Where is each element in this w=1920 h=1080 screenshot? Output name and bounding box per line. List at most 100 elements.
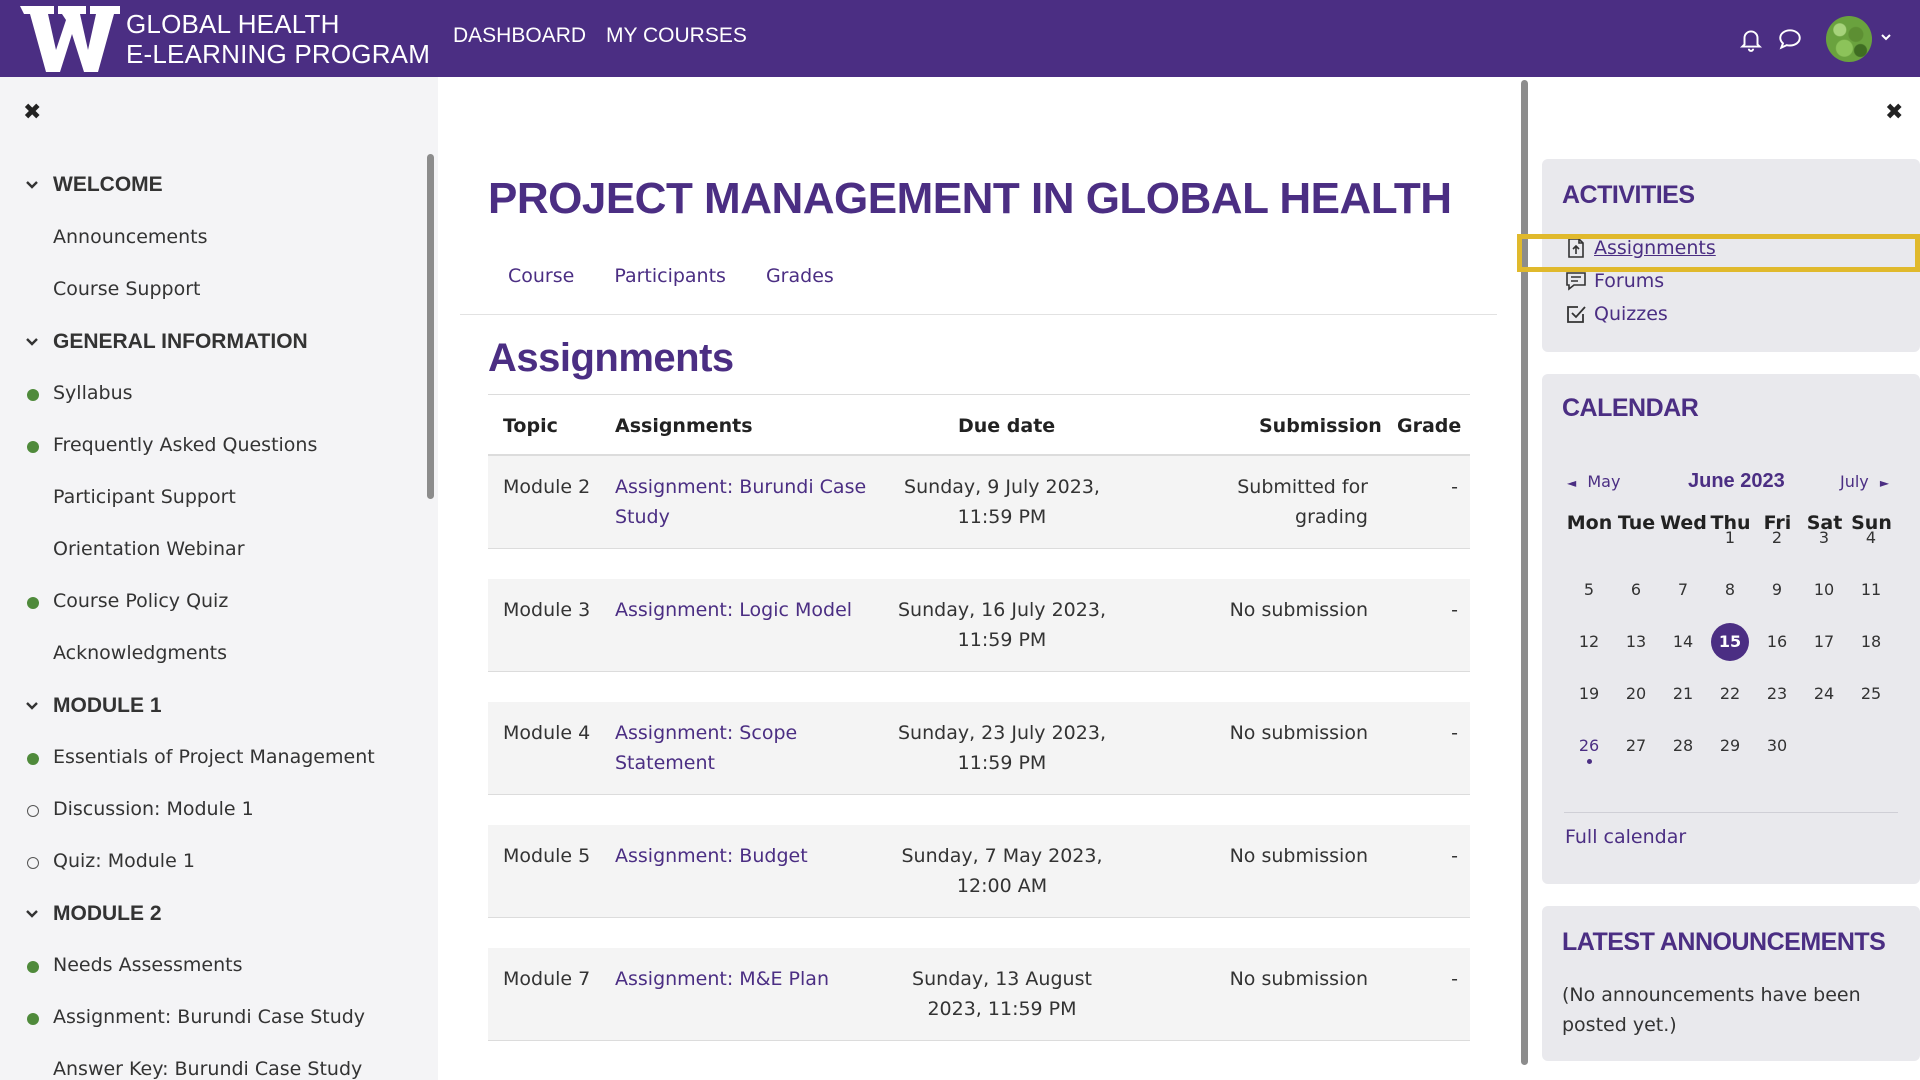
- completion-dot-icon: [27, 389, 39, 401]
- nav-item-course-policy-quiz[interactable]: Course Policy Quiz: [53, 590, 228, 612]
- activity-assignments-link[interactable]: Assignments: [1564, 236, 1716, 260]
- weekday-header: Wed: [1660, 512, 1707, 534]
- cell-topic: Module 5: [503, 845, 591, 867]
- calendar-day: 4: [1865, 528, 1877, 547]
- section-module-1[interactable]: MODULE 1: [25, 694, 162, 718]
- header-grade[interactable]: Grade: [1397, 415, 1461, 437]
- calendar-day: 22: [1719, 684, 1741, 703]
- header-due-date[interactable]: Due date: [958, 415, 1055, 437]
- cell-topic: Module 4: [503, 722, 591, 744]
- cell-topic: Module 2: [503, 476, 591, 498]
- nav-dashboard[interactable]: DASHBOARD: [453, 24, 586, 48]
- block-title: CALENDAR: [1562, 394, 1699, 422]
- calendar-day: 25: [1860, 684, 1882, 703]
- logo-line-2: E-LEARNING PROGRAM: [126, 39, 431, 69]
- cell-submission: No submission: [1229, 722, 1368, 744]
- weekday-header: Tue: [1617, 512, 1656, 534]
- nav-item-acknowledgments[interactable]: Acknowledgments: [53, 642, 227, 664]
- tab-course[interactable]: Course: [508, 265, 574, 287]
- calendar-day: 30: [1766, 736, 1788, 755]
- calendar-day: 11: [1860, 580, 1882, 599]
- close-block-drawer-icon[interactable]: ✖: [1885, 100, 1903, 125]
- logo-line-1: GLOBAL HEALTH: [126, 9, 340, 39]
- chevron-down-icon: [26, 702, 38, 710]
- course-index-scrollbar[interactable]: [427, 154, 434, 499]
- cell-topic: Module 3: [503, 599, 591, 621]
- table-row: Module 7 Assignment: M&E Plan Sunday, 13…: [488, 948, 1470, 1041]
- table-row: Module 3 Assignment: Logic Model Sunday,…: [488, 579, 1470, 672]
- main-scrollbar[interactable]: [1521, 80, 1528, 1065]
- calendar-day: 18: [1860, 632, 1882, 651]
- nav-item-participant-support[interactable]: Participant Support: [53, 486, 236, 508]
- full-calendar-link[interactable]: Full calendar: [1565, 826, 1686, 848]
- calendar-day: 16: [1766, 632, 1788, 651]
- calendar-day: 8: [1724, 580, 1736, 599]
- assignment-link[interactable]: Assignment: Logic Model: [615, 595, 885, 625]
- nav-item-course-support[interactable]: Course Support: [53, 278, 200, 300]
- completion-dot-icon: [27, 961, 39, 973]
- calendar-day[interactable]: 26: [1570, 727, 1608, 765]
- close-course-index-icon[interactable]: ✖: [23, 100, 41, 125]
- completion-dot-icon: [27, 1013, 39, 1025]
- calendar-day: 17: [1813, 632, 1835, 651]
- divider: [1564, 812, 1898, 813]
- section-title: GENERAL INFORMATION: [53, 330, 308, 353]
- nav-item-essentials-pm[interactable]: Essentials of Project Management: [53, 746, 375, 768]
- nav-item-faq[interactable]: Frequently Asked Questions: [53, 434, 317, 456]
- calendar-day: 10: [1813, 580, 1835, 599]
- cell-topic: Module 7: [503, 968, 591, 990]
- nav-item-orientation-webinar[interactable]: Orientation Webinar: [53, 538, 245, 560]
- calendar-prev-month-link[interactable]: ◄ May: [1567, 472, 1620, 491]
- primary-nav: DASHBOARD MY COURSES: [453, 24, 747, 48]
- nav-item-quiz-module-1[interactable]: Quiz: Module 1: [53, 850, 195, 872]
- user-avatar[interactable]: [1826, 16, 1872, 62]
- activity-quizzes-link[interactable]: Quizzes: [1564, 302, 1668, 326]
- header-submission[interactable]: Submission: [1259, 415, 1382, 437]
- nav-item-announcements[interactable]: Announcements: [53, 226, 208, 248]
- tab-participants[interactable]: Participants: [614, 265, 726, 287]
- nav-item-assignment-burundi[interactable]: Assignment: Burundi Case Study: [53, 1006, 365, 1028]
- nav-item-syllabus[interactable]: Syllabus: [53, 382, 133, 404]
- chevron-down-icon: [26, 910, 38, 918]
- nav-item-discussion-module-1[interactable]: Discussion: Module 1: [53, 798, 254, 820]
- next-month-label: July: [1840, 472, 1869, 491]
- section-welcome[interactable]: WELCOME: [25, 173, 163, 197]
- block-title: LATEST ANNOUNCEMENTS: [1562, 928, 1886, 956]
- activity-forums-link[interactable]: Forums: [1564, 269, 1664, 293]
- assignment-link[interactable]: Assignment: Scope Statement: [615, 718, 885, 778]
- assignment-link[interactable]: Assignment: M&E Plan: [615, 964, 885, 994]
- section-title: WELCOME: [53, 173, 163, 196]
- nav-item-needs-assessments[interactable]: Needs Assessments: [53, 954, 242, 976]
- section-general-information[interactable]: GENERAL INFORMATION: [25, 330, 308, 354]
- header-assignments[interactable]: Assignments: [615, 415, 753, 437]
- table-header-row: Topic Assignments Due date Submission Gr…: [488, 394, 1470, 456]
- course-secondary-nav: Course Participants Grades: [508, 265, 834, 287]
- assignment-icon: [1568, 238, 1584, 258]
- tab-grades[interactable]: Grades: [766, 265, 834, 287]
- nav-item-answer-key-burundi[interactable]: Answer Key: Burundi Case Study: [53, 1058, 362, 1080]
- calendar-current-month: June 2023: [1688, 470, 1785, 492]
- cell-grade: -: [1451, 968, 1458, 990]
- top-navbar: GLOBAL HEALTH E-LEARNING PROGRAM DASHBOA…: [0, 0, 1920, 77]
- calendar-day: 6: [1630, 580, 1642, 599]
- table-row: Module 4 Assignment: Scope Statement Sun…: [488, 702, 1470, 795]
- uw-logo-icon[interactable]: [20, 4, 120, 74]
- assignment-link[interactable]: Assignment: Budget: [615, 841, 885, 871]
- user-menu-chevron-down-icon[interactable]: [1879, 30, 1893, 44]
- cell-submission: No submission: [1229, 968, 1368, 990]
- program-logo-text[interactable]: GLOBAL HEALTH E-LEARNING PROGRAM: [126, 9, 430, 69]
- calendar-day: 21: [1672, 684, 1694, 703]
- calendar-day: 27: [1625, 736, 1647, 755]
- notification-bell-icon[interactable]: [1738, 26, 1764, 52]
- header-topic[interactable]: Topic: [503, 415, 558, 437]
- calendar-day: 1: [1724, 528, 1736, 547]
- section-module-2[interactable]: MODULE 2: [25, 902, 162, 926]
- cell-due-date: Sunday, 7 May 2023, 12:00 AM: [901, 845, 1103, 897]
- assignment-link[interactable]: Assignment: Burundi Case Study: [615, 472, 885, 532]
- activity-label: Assignments: [1594, 237, 1716, 259]
- messages-icon[interactable]: [1777, 26, 1803, 52]
- calendar-day-today[interactable]: 15: [1711, 623, 1749, 661]
- nav-my-courses[interactable]: MY COURSES: [606, 24, 747, 48]
- calendar-next-month-link[interactable]: July ►: [1840, 472, 1889, 491]
- calendar-day: 5: [1583, 580, 1595, 599]
